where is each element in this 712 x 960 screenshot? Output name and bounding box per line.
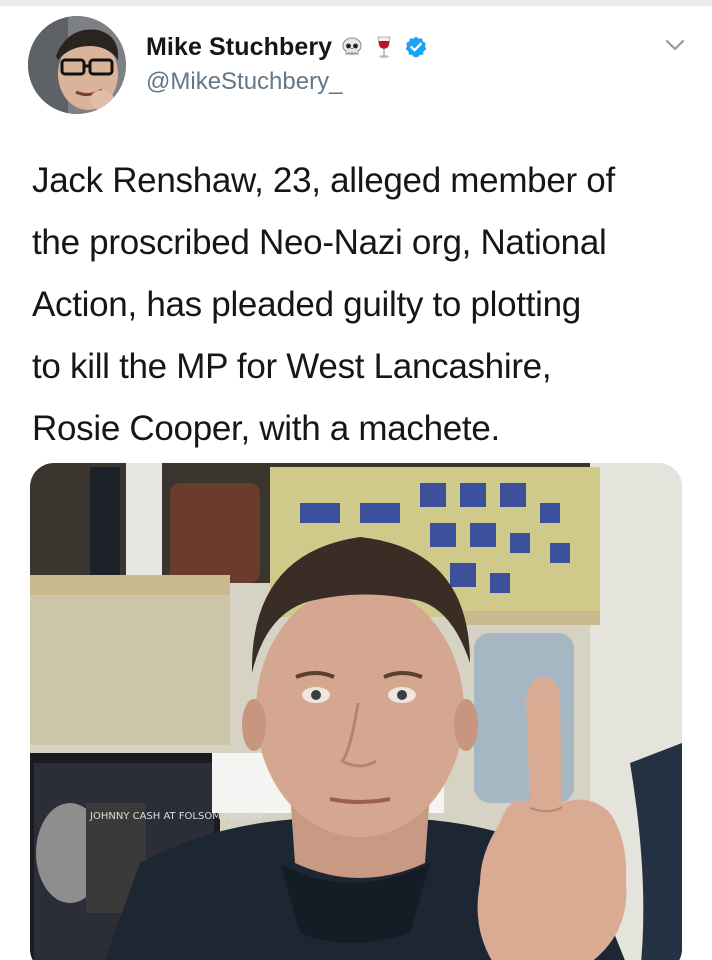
skull-icon <box>340 35 364 59</box>
photo-scene: JOHNNY CASH AT FOLSOM PRISON <box>30 463 682 960</box>
tweet-text-line: Jack Renshaw, 23, alleged member of <box>32 161 615 200</box>
tweet-text-line: to kill the MP for West Lancashire, <box>32 347 552 386</box>
user-handle[interactable]: @MikeStuchbery_ <box>146 68 342 96</box>
tweet-text-line: Action, has pleaded guilty to plotting <box>32 285 581 324</box>
name-row: Mike Stuchbery <box>146 32 428 62</box>
tweet-header: Mike Stuchbery @MikeStuchbery_ <box>0 6 712 114</box>
chevron-down-icon[interactable] <box>664 34 686 56</box>
verified-badge-icon <box>404 35 428 59</box>
tweet-photo[interactable]: JOHNNY CASH AT FOLSOM PRISON <box>30 463 682 960</box>
tweet-text-line: the proscribed Neo-Nazi org, National <box>32 223 607 262</box>
avatar[interactable] <box>28 16 126 114</box>
display-name[interactable]: Mike Stuchbery <box>146 33 332 62</box>
tweet-text-line: Rosie Cooper, with a machete. <box>32 409 500 448</box>
tweet-text: Jack Renshaw, 23, alleged member of the … <box>32 150 692 460</box>
avatar-image <box>28 16 126 114</box>
wine-glass-icon <box>372 35 396 59</box>
